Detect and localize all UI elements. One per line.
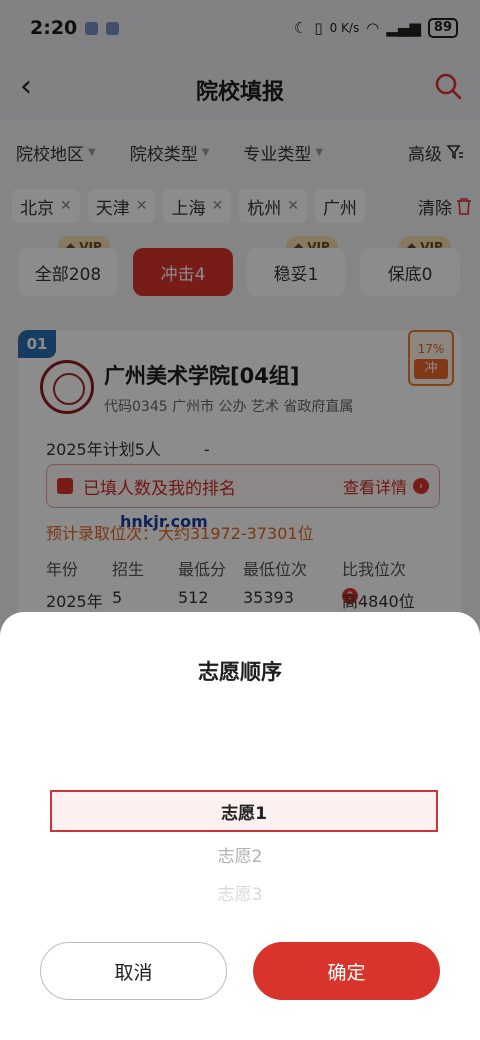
cancel-button[interactable]: 取消 — [40, 942, 227, 1000]
option-label: 志愿1 — [221, 803, 267, 824]
picker-option[interactable]: 志愿2 — [0, 842, 480, 867]
confirm-button[interactable]: 确定 — [253, 942, 440, 1000]
sheet-title: 志愿顺序 — [198, 660, 282, 684]
picker-option-selected[interactable]: 志愿1 — [50, 790, 438, 832]
picker-option[interactable]: 志愿3 — [0, 880, 480, 905]
preference-order-sheet: 志愿顺序 志愿1 志愿2 志愿3 取消 确定 — [0, 612, 480, 1040]
